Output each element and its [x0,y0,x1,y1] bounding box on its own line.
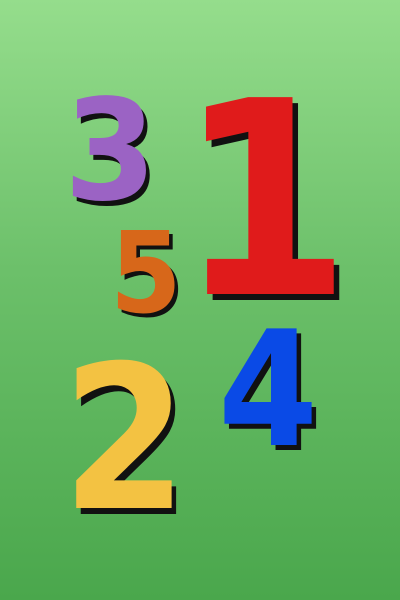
digit-five: 5 [110,209,182,339]
number-collage: 3 1 5 2 4 [0,0,400,600]
digit-three: 3 [64,70,157,233]
digit-four: 4 [218,296,319,483]
digit-two: 2 [62,323,188,556]
